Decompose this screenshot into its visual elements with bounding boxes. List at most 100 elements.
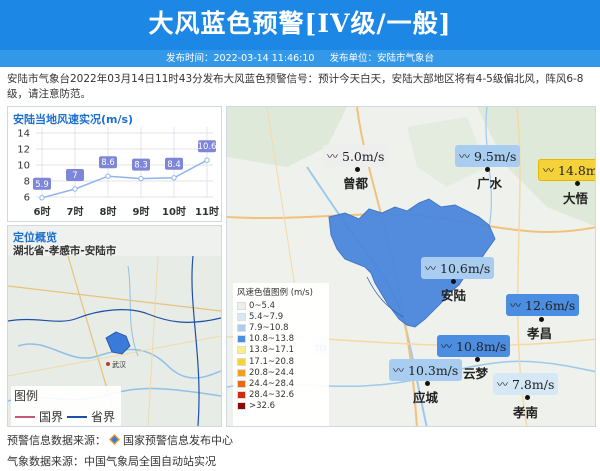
legend-label: >32.6 [249,401,276,412]
y-tick-label: 10 [17,161,30,172]
location-region: 湖北省-孝感市-安陆市 [13,245,117,257]
wind-station-yingcheng[interactable]: 〰 10.3m/s [389,359,463,381]
city-yunmeng: 云梦 [463,366,489,381]
city-dot [475,357,480,362]
legend-row: >32.6 [237,401,325,412]
city-yingcheng: 应城 [413,390,439,405]
wind-station-yunmeng[interactable]: 〰 10.8m/s [437,335,511,357]
legend-row: 13.8~17.1 [237,345,325,356]
legend-swatch [237,346,246,355]
city-dot [575,181,580,186]
wind-data-point [105,173,111,179]
legend-label: 5.4~7.9 [249,311,284,322]
y-tick-label: 14 [17,129,30,140]
city-guangshui: 广水 [477,176,503,191]
wind-data-point [138,175,144,182]
overview-legend-title: 图例 [14,389,39,403]
x-tick-label: 10时 [162,205,186,218]
wind-station-anlu[interactable]: 〰 10.6m/s [421,257,495,279]
data-label: 10.6 [198,142,217,152]
wind-data-point [39,195,45,201]
wind-icon: 〰 [510,299,521,312]
legend-item-province-border: 省界 [67,408,115,425]
legend-label: 10.8~13.8 [249,334,294,345]
color-legend-title: 风速色值图例 (m/s) [237,288,313,298]
warning-source-label: 预警信息数据来源： [7,434,106,447]
x-tick-label: 7时 [67,205,84,218]
page-title: 大风蓝色预警[IV级/一般] [148,9,452,38]
publish-info-bar: 发布时间：2022-03-14 11:46:10 发布单位：安陆市气象台 [0,50,600,67]
weather-data-source: 气象数据来源：中国气象局全国自动站实况 [7,455,216,468]
legend-row: 7.9~10.8 [237,322,325,333]
wind-value: 10.3m/s [408,362,459,378]
legend-row: 17.1~20.8 [237,356,325,367]
city-dot [355,167,360,172]
overview-legend: 图例 国界 省界 [11,386,121,426]
legend-swatch [237,391,246,400]
y-tick-label: 12 [17,145,30,156]
city-dawu: 大悟 [563,191,589,206]
wind-data-point [171,175,177,181]
wind-icon: 〰 [497,378,508,391]
national-border-swatch [15,415,35,418]
legend-swatch [237,402,246,411]
city-dot [485,167,490,172]
wind-warning-map[interactable]: 风速色值图例 (m/s) 0~5.4 5.4~7.9 7.9~10.8 10.8… [226,106,596,427]
legend-label: 17.1~20.8 [249,356,294,367]
legend-swatch [237,323,246,332]
wind-icon: 〰 [459,150,470,163]
publish-time: 发布时间：2022-03-14 11:46:10 [166,53,315,64]
legend-swatch [237,335,246,344]
data-label: 8.3 [134,161,148,171]
province-border-label: 省界 [91,410,116,424]
wind-icon: 〰 [543,164,554,177]
x-tick-label: 6时 [34,205,51,218]
legend-swatch [237,312,246,321]
release-center-logo-icon [109,434,120,445]
city-dot [539,317,544,322]
legend-row: 24.4~28.4 [237,378,325,389]
wind-speed-panel: 安陆当地风速实况(m/s) 6 8 10 12 14 5.9 7 8.6 8.3 8.4 10.6 6… [7,106,222,222]
legend-row: 20.8~24.4 [237,367,325,378]
legend-label: 0~5.4 [249,300,276,311]
city-dot [525,395,530,400]
wind-station-guangshui[interactable]: 〰 9.5m/s [455,145,521,167]
wind-value: 7.8m/s [512,376,555,392]
data-label: 8.4 [167,160,181,170]
warning-source-value: 国家预警信息发布中心 [123,434,233,447]
wind-icon: 〰 [393,364,404,377]
wind-station-xiaochang[interactable]: 〰 12.6m/s [506,294,580,316]
legend-swatch [237,368,246,377]
city-xiaonan: 孝南 [513,405,539,420]
city-zengdu: 曾都 [343,176,369,191]
wind-value: 10.6m/s [440,260,491,276]
legend-label: 28.4~32.6 [249,390,294,401]
legend-item-national-border: 国界 [15,408,63,425]
wind-data-point [204,157,210,163]
x-tick-label: 8时 [100,205,117,218]
x-tick-label: 9时 [133,205,150,218]
legend-row: 10.8~13.8 [237,334,325,345]
wind-value: 10.8m/s [456,338,507,354]
city-dot [425,381,430,386]
warning-description: 安陆市气象台2022年03月14日11时43分发布大风蓝色预警信号：预计今天白天… [7,73,584,100]
wind-value: 14.8m [558,162,596,178]
wind-station-zengdu[interactable]: 〰 5.0m/s [323,145,389,167]
data-label: 5.9 [35,180,49,190]
legend-row: 28.4~32.6 [237,390,325,401]
wind-value: 5.0m/s [342,148,385,164]
legend-swatch [237,301,246,310]
legend-row: 5.4~7.9 [237,311,325,322]
header-bar: 大风蓝色预警[IV级/一般] [0,0,600,50]
legend-swatch [237,379,246,388]
wind-station-xiaonan[interactable]: 〰 7.8m/s [493,373,559,395]
legend-swatch [237,357,246,366]
warning-source: 预警信息数据来源： 国家预警信息发布中心 [7,432,233,448]
legend-label: 13.8~17.1 [249,345,294,356]
location-overview-panel: 定位概览 湖北省-孝感市-安陆市 武汉 图例 国界 省界 [7,225,222,427]
wind-value: 12.6m/s [525,297,576,313]
wind-data-point [72,186,78,192]
wind-station-dawu[interactable]: 〰 14.8m [538,159,596,181]
data-label: 8.6 [101,158,115,168]
city-anlu: 安陆 [441,288,467,303]
